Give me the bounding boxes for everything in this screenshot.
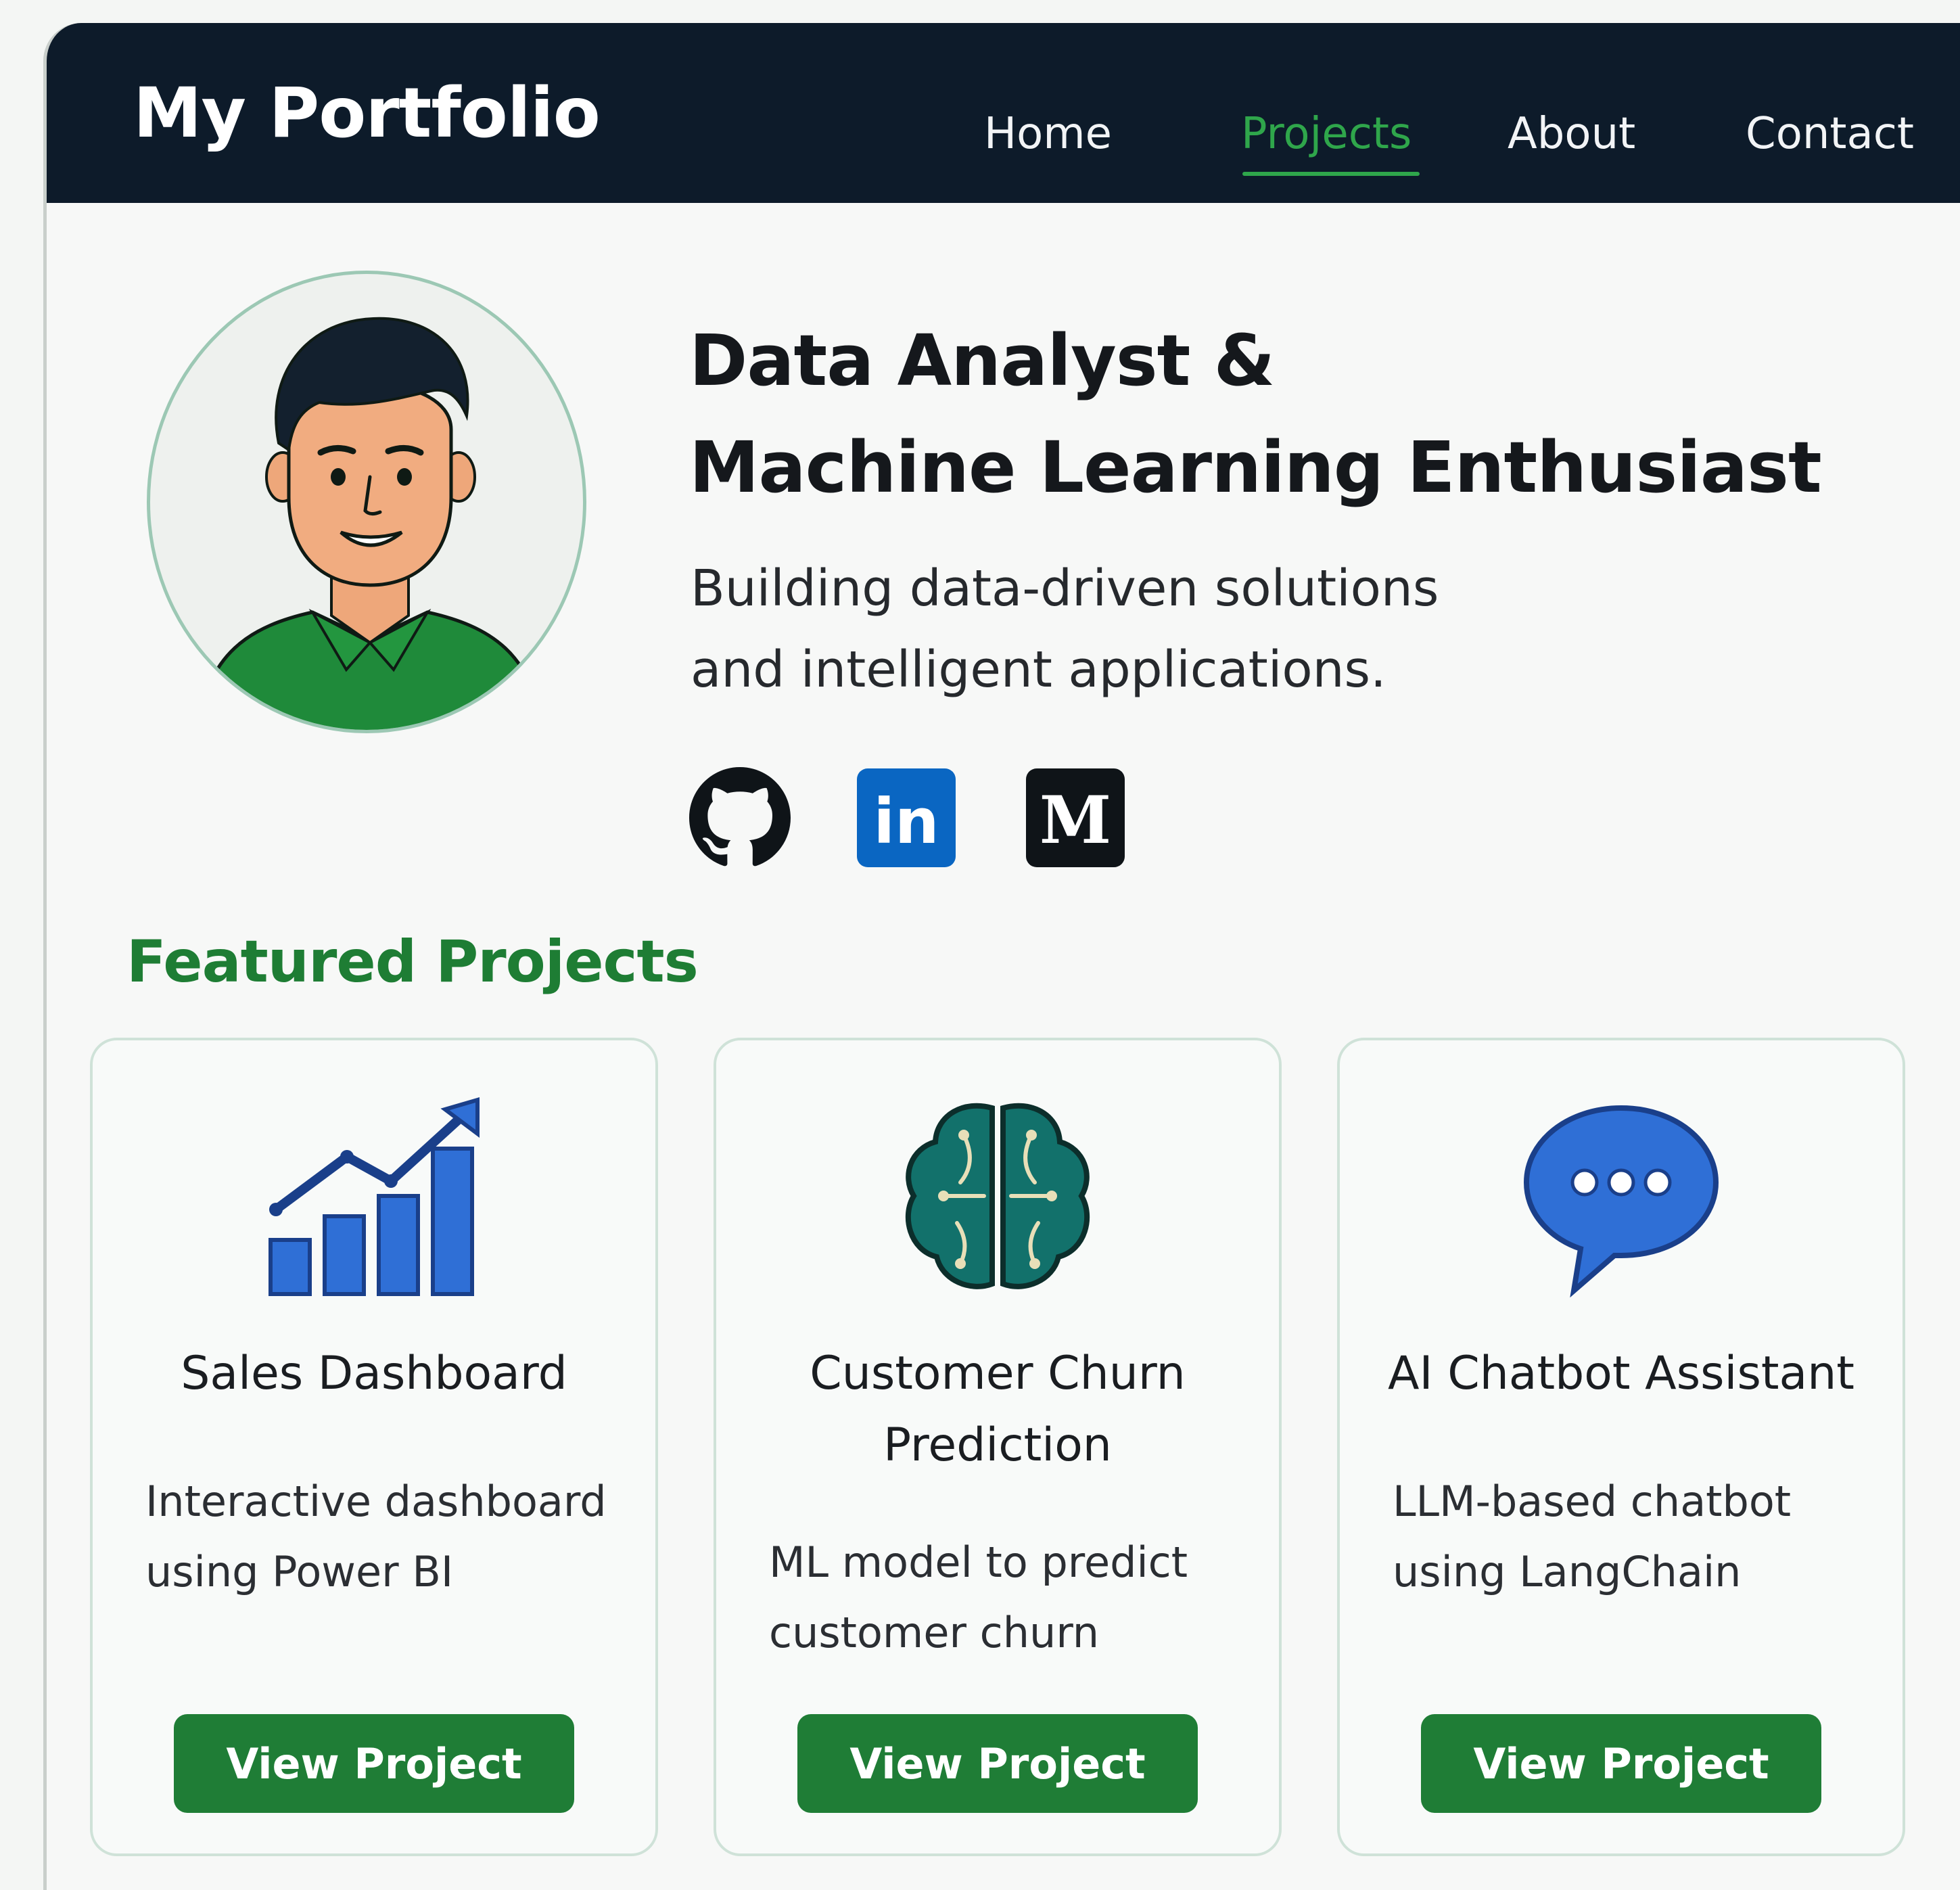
project-description: LLM-based chatbot using LangChain	[1393, 1467, 1882, 1607]
project-description-line1: Interactive dashboard	[145, 1477, 607, 1526]
project-title: AI Chatbot Assistant	[1388, 1347, 1854, 1400]
project-card-sales-dashboard: Sales Dashboard Interactive dashboard us…	[90, 1038, 658, 1856]
view-project-button[interactable]: View Project	[174, 1714, 574, 1813]
project-card-ai-chatbot: AI Chatbot Assistant LLM-based chatbot u…	[1337, 1038, 1905, 1856]
featured-projects-title: Featured Projects	[126, 928, 699, 996]
project-description: ML model to predict customer churn	[769, 1527, 1259, 1668]
avatar	[147, 271, 586, 733]
medium-icon-text: M	[1040, 782, 1111, 858]
medium-icon-glyph: M	[1026, 768, 1125, 867]
project-description-line2: using Power BI	[145, 1547, 454, 1596]
avatar-illustration	[196, 317, 544, 730]
nav-link-contact[interactable]: Contact	[1746, 112, 1914, 156]
hero-headline-line1: Data Analyst &	[689, 319, 1275, 402]
linkedin-icon-glyph: in	[857, 768, 956, 867]
project-card-customer-churn: Customer Churn Prediction ML model to pr…	[714, 1038, 1282, 1856]
view-project-button[interactable]: View Project	[1421, 1714, 1821, 1813]
bar-chart-trend-icon	[93, 1094, 655, 1297]
linkedin-icon-text: in	[873, 785, 939, 858]
nav-link-home[interactable]: Home	[984, 112, 1112, 156]
github-icon-glyph	[689, 767, 791, 867]
hero-subline: Building data-driven solutions and intel…	[691, 548, 1439, 710]
project-title: Sales Dashboard	[181, 1347, 567, 1400]
project-description-line2: using LangChain	[1393, 1547, 1742, 1596]
project-title-line2: Prediction	[883, 1419, 1112, 1472]
linkedin-icon[interactable]: in	[856, 767, 957, 869]
project-description: Interactive dashboard using Power BI	[145, 1467, 635, 1607]
brain-icon	[716, 1094, 1279, 1297]
hero-headline-line2: Machine Learning Enthusiast	[689, 426, 1822, 509]
brand-logo[interactable]: My Portfolio	[133, 75, 601, 152]
github-icon[interactable]	[689, 767, 791, 869]
chat-bubble-icon	[1340, 1094, 1903, 1297]
project-description-line1: ML model to predict	[769, 1538, 1188, 1587]
medium-icon[interactable]: M	[1025, 767, 1126, 869]
project-title-line1: Customer Churn	[810, 1347, 1186, 1400]
navbar: My Portfolio Home Projects About Contact	[47, 23, 1960, 203]
hero-headline: Data Analyst & Machine Learning Enthusia…	[689, 307, 1822, 521]
project-title: Customer Churn Prediction	[730, 1338, 1265, 1481]
active-nav-underline	[1242, 172, 1420, 176]
project-description-line1: LLM-based chatbot	[1393, 1477, 1792, 1526]
hero-subline-line2: and intelligent applications.	[691, 641, 1386, 699]
nav-link-about[interactable]: About	[1508, 112, 1635, 156]
view-project-button[interactable]: View Project	[797, 1714, 1198, 1813]
hero-subline-line1: Building data-driven solutions	[691, 559, 1439, 618]
browser-window: My Portfolio Home Projects About Contact	[43, 23, 1960, 1890]
project-description-line2: customer churn	[769, 1608, 1100, 1657]
nav-link-projects[interactable]: Projects	[1241, 112, 1411, 156]
